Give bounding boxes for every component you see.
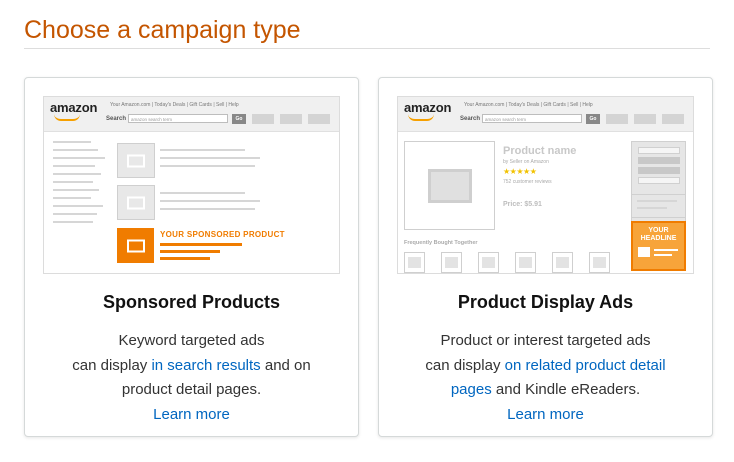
header-links: Your Amazon.com | Today's Deals | Gift C… <box>464 102 593 108</box>
more-buying-choices-mock <box>631 194 686 218</box>
related-product-image-icon <box>404 252 425 273</box>
title-divider <box>24 48 710 49</box>
desc-text: can display <box>425 356 505 374</box>
sidebar-line <box>53 173 101 175</box>
go-button-mock: Go <box>232 114 246 124</box>
header-placeholder <box>662 114 684 124</box>
related-product-pages-link[interactable]: pages <box>451 381 492 398</box>
related-product-image-icon <box>478 252 499 273</box>
sidebar-line <box>53 205 103 207</box>
desc-text: and Kindle eReaders. <box>491 381 641 398</box>
header-placeholder <box>634 114 656 124</box>
sidebar-line <box>53 181 93 183</box>
buy-box-button <box>638 167 680 174</box>
related-product-image-icon <box>589 252 610 273</box>
search-label: Search <box>460 116 481 122</box>
related-product-image-icon <box>552 252 573 273</box>
header-links: Your Amazon.com | Today's Deals | Gift C… <box>110 102 239 108</box>
sidebar-line <box>53 189 99 191</box>
result-line <box>160 157 260 159</box>
sidebar-line <box>53 213 97 215</box>
header-placeholder <box>252 114 274 124</box>
related-product-pages-link[interactable]: on related product detail <box>505 357 666 374</box>
buy-box-field <box>638 177 680 184</box>
headline-label: YOUR HEADLINE <box>640 227 677 242</box>
card-description: Product or interest targeted ads can dis… <box>379 329 712 427</box>
buy-box-button <box>638 157 680 164</box>
sidebar-line <box>53 141 91 143</box>
product-display-ads-card[interactable]: amazon Your Amazon.com | Today's Deals |… <box>378 77 713 437</box>
desc-line: can display in search results and on <box>25 354 358 379</box>
amazon-logo: amazon <box>50 100 98 115</box>
sponsored-line <box>160 257 210 260</box>
sidebar-line <box>53 157 105 159</box>
buy-box-line <box>637 200 677 202</box>
desc-line: can display on related product detail <box>379 354 712 379</box>
product-image-icon <box>404 141 495 230</box>
sponsored-line <box>160 243 242 246</box>
desc-line: pages and Kindle eReaders. <box>379 378 712 403</box>
sidebar-line <box>53 165 95 167</box>
result-line <box>160 149 245 151</box>
desc-line: product detail pages. <box>121 381 262 398</box>
amazon-header-mock: amazon Your Amazon.com | Today's Deals |… <box>44 97 339 132</box>
page-title: Choose a campaign type <box>24 16 301 44</box>
amazon-logo: amazon <box>404 100 452 115</box>
sponsored-product-label: YOUR SPONSORED PRODUCT <box>160 230 285 239</box>
desc-text: can display <box>72 356 152 374</box>
sponsored-product-image-icon <box>117 228 154 263</box>
frequently-bought-label: Frequently Bought Together <box>404 240 478 246</box>
ad-line <box>654 249 678 251</box>
search-results-link[interactable]: in search results <box>151 357 260 374</box>
sponsored-line <box>160 250 220 253</box>
buy-box-field <box>638 147 680 154</box>
header-placeholder <box>280 114 302 124</box>
go-button-mock: Go <box>586 114 600 124</box>
sidebar-line <box>53 197 91 199</box>
search-result-image-icon <box>117 143 155 178</box>
review-count: 752 customer reviews <box>503 179 552 185</box>
card-description: Keyword targeted ads can display in sear… <box>25 329 358 427</box>
buy-box-line <box>637 207 667 209</box>
amazon-smile-icon <box>54 114 80 121</box>
result-line <box>160 200 260 202</box>
amazon-smile-icon <box>408 114 434 121</box>
header-placeholder <box>308 114 330 124</box>
search-box-mock: amazon search term <box>482 114 582 123</box>
related-product-image-icon <box>441 252 462 273</box>
result-line <box>160 192 245 194</box>
product-display-preview: amazon Your Amazon.com | Today's Deals |… <box>397 96 694 274</box>
learn-more-link[interactable]: Learn more <box>507 406 584 423</box>
header-placeholder <box>606 114 628 124</box>
sponsored-products-card[interactable]: amazon Your Amazon.com | Today's Deals |… <box>24 77 359 437</box>
amazon-header-mock: amazon Your Amazon.com | Today's Deals |… <box>398 97 693 132</box>
product-seller: by Seller on Amazon <box>503 159 549 165</box>
search-label: Search <box>106 116 127 122</box>
display-ad-mock: YOUR HEADLINE <box>631 221 686 271</box>
related-product-image-icon <box>515 252 536 273</box>
search-box-mock: amazon search term <box>128 114 228 123</box>
result-line <box>160 208 255 210</box>
learn-more-link[interactable]: Learn more <box>153 406 230 423</box>
sidebar-line <box>53 149 98 151</box>
sidebar-line <box>53 221 93 223</box>
product-price: Price: $5.91 <box>503 201 542 208</box>
desc-line: Keyword targeted ads <box>118 332 265 349</box>
search-result-image-icon <box>117 185 155 220</box>
ad-line <box>654 254 672 256</box>
card-title: Sponsored Products <box>102 292 281 312</box>
result-line <box>160 165 255 167</box>
card-title: Product Display Ads <box>457 292 634 312</box>
product-name: Product name <box>503 145 577 157</box>
desc-text: and on <box>260 356 311 374</box>
desc-line: Product or interest targeted ads <box>440 332 651 349</box>
star-rating-icon: ★★★★★ <box>503 167 537 176</box>
ad-image-icon <box>638 247 650 257</box>
sponsored-products-preview: amazon Your Amazon.com | Today's Deals |… <box>43 96 340 274</box>
